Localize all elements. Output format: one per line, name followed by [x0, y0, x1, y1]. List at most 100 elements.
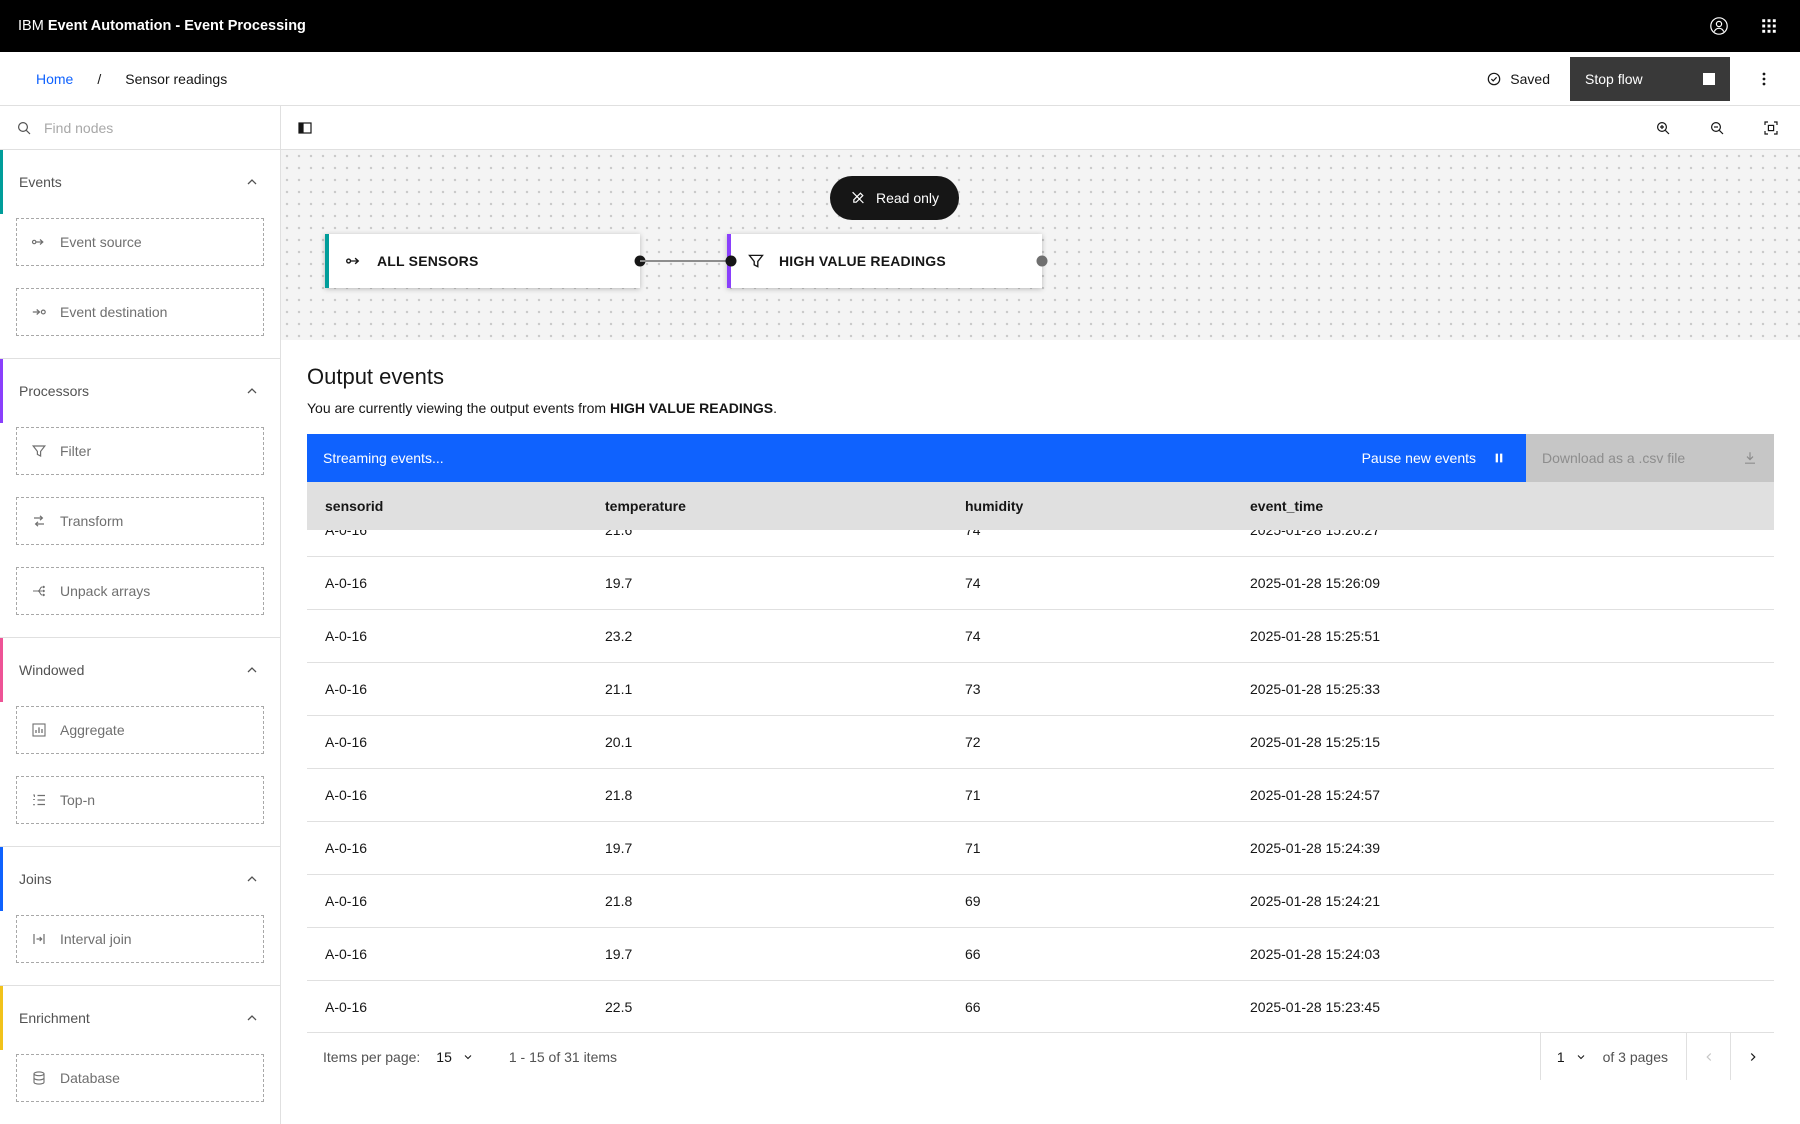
palette-item-interval-join[interactable]: Interval join	[16, 915, 264, 963]
pagination-left: Items per page: 15 1 - 15 of 31 items	[307, 1033, 635, 1080]
chevron-up-icon	[244, 383, 260, 399]
palette-item-filter[interactable]: Filter	[16, 427, 264, 475]
brand-title: Event Automation - Event Processing	[48, 18, 306, 34]
palette-item-top-n[interactable]: Top-n	[16, 776, 264, 824]
flow-canvas[interactable]: Read only ALL SENSORS HIGH VALUE READING…	[281, 150, 1800, 340]
cell-event-time: 2025-01-28 15:25:15	[1232, 734, 1774, 750]
next-page-button[interactable]	[1730, 1033, 1774, 1080]
table-row: A-0-16 19.7 74 2025-01-28 15:26:09	[307, 557, 1774, 610]
cell-sensorid: A-0-16	[307, 734, 587, 750]
section-header-joins[interactable]: Joins	[0, 847, 280, 911]
section-items: Event source Event destination	[0, 214, 280, 336]
event-source-icon	[31, 234, 47, 250]
cell-temperature: 19.7	[587, 840, 947, 856]
chevron-down-icon	[1575, 1051, 1587, 1063]
palette-item-unpack-arrays[interactable]: Unpack arrays	[16, 567, 264, 615]
fit-to-screen-button[interactable]	[1756, 113, 1786, 143]
palette-item-label: Event destination	[60, 304, 167, 320]
user-avatar-button[interactable]	[1694, 0, 1744, 52]
cell-event-time: 2025-01-28 15:26:09	[1232, 575, 1774, 591]
zoom-out-icon	[1709, 120, 1725, 136]
palette-item-event-destination[interactable]: Event destination	[16, 288, 264, 336]
palette-section-processors: Processors Filter Transform	[0, 358, 280, 615]
subtitle-text: You are currently viewing the output eve…	[307, 400, 610, 416]
app-switcher-button[interactable]	[1744, 0, 1794, 52]
pause-icon	[1492, 451, 1506, 465]
collapse-palette-button[interactable]	[287, 110, 323, 146]
previous-page-button[interactable]	[1686, 1033, 1730, 1080]
cell-temperature: 20.1	[587, 734, 947, 750]
palette-item-database[interactable]: Database	[16, 1054, 264, 1102]
section-label: Events	[19, 174, 62, 190]
section-header-processors[interactable]: Processors	[0, 359, 280, 423]
chevron-up-icon	[244, 871, 260, 887]
brand-prefix: IBM	[18, 18, 48, 34]
palette-item-label: Unpack arrays	[60, 583, 150, 599]
cell-sensorid: A-0-16	[307, 628, 587, 644]
breadcrumb-home-link[interactable]: Home	[36, 71, 73, 87]
section-header-windowed[interactable]: Windowed	[0, 638, 280, 702]
palette-item-aggregate[interactable]: Aggregate	[16, 706, 264, 754]
read-only-badge: Read only	[830, 176, 959, 220]
zoom-out-button[interactable]	[1702, 113, 1732, 143]
cell-humidity: 66	[947, 946, 1232, 962]
node-high-value-readings[interactable]: HIGH VALUE READINGS	[727, 234, 1042, 288]
flow-actions: Saved Stop flow	[1486, 57, 1784, 101]
cell-temperature: 21.8	[587, 787, 947, 803]
page-number-select[interactable]: 1	[1541, 1033, 1603, 1080]
read-only-label: Read only	[876, 190, 939, 206]
palette-section-joins: Joins Interval join	[0, 846, 280, 963]
palette-item-label: Interval join	[60, 931, 132, 947]
cell-sensorid: A-0-16	[307, 999, 587, 1015]
palette-item-event-source[interactable]: Event source	[16, 218, 264, 266]
app-title: IBM Event Automation - Event Processing	[18, 18, 306, 34]
section-header-enrichment[interactable]: Enrichment	[0, 986, 280, 1050]
edit-off-icon	[850, 190, 866, 206]
node-all-sensors[interactable]: ALL SENSORS	[325, 234, 640, 288]
interval-join-icon	[31, 931, 47, 947]
download-csv-button[interactable]: Download as a .csv file	[1526, 434, 1774, 482]
zoom-in-button[interactable]	[1648, 113, 1678, 143]
pause-new-events-button[interactable]: Pause new events	[1358, 450, 1510, 466]
cell-humidity: 72	[947, 734, 1232, 750]
caret-left-icon	[1702, 1050, 1716, 1064]
palette-sections: Events Event source Event destination	[0, 150, 280, 1124]
node-search	[0, 106, 280, 150]
main-area: Events Event source Event destination	[0, 106, 1800, 1124]
node-palette: Events Event source Event destination	[0, 106, 281, 1124]
cell-sensorid: A-0-16	[307, 787, 587, 803]
find-nodes-input[interactable]	[44, 120, 264, 136]
unpack-arrays-icon	[31, 583, 47, 599]
cell-sensorid: A-0-16	[307, 946, 587, 962]
workspace: Read only ALL SENSORS HIGH VALUE READING…	[281, 106, 1800, 1124]
palette-item-label: Transform	[60, 513, 123, 529]
table-row: A-0-16 22.5 66 2025-01-28 15:23:45	[307, 981, 1774, 1033]
app-root: IBM Event Automation - Event Processing …	[0, 0, 1800, 1124]
items-per-page-select[interactable]: 15	[420, 1033, 490, 1080]
cell-sensorid: A-0-16	[307, 893, 587, 909]
flow-toolbar: Home / Sensor readings Saved Stop flow	[0, 52, 1800, 106]
palette-item-label: Top-n	[60, 792, 95, 808]
stream-controls: Streaming events... Pause new events Dow…	[307, 434, 1774, 482]
cell-temperature: 19.7	[587, 946, 947, 962]
download-csv-label: Download as a .csv file	[1542, 450, 1685, 466]
cell-humidity: 74	[947, 575, 1232, 591]
section-label: Enrichment	[19, 1010, 90, 1026]
overflow-menu-button[interactable]	[1744, 57, 1784, 101]
stop-icon	[1703, 73, 1715, 85]
saved-icon	[1486, 71, 1502, 87]
cell-humidity: 71	[947, 840, 1232, 856]
column-header-temperature: temperature	[587, 498, 947, 514]
input-port	[726, 256, 737, 267]
search-icon	[16, 120, 32, 136]
section-header-events[interactable]: Events	[0, 150, 280, 214]
stop-flow-button[interactable]: Stop flow	[1570, 57, 1730, 101]
palette-item-transform[interactable]: Transform	[16, 497, 264, 545]
cell-temperature: 22.5	[587, 999, 947, 1015]
cell-sensorid: A-0-16	[307, 530, 587, 538]
cell-temperature: 21.1	[587, 681, 947, 697]
section-label: Joins	[19, 871, 52, 887]
canvas-toolbar	[281, 106, 1800, 150]
cell-humidity: 74	[947, 628, 1232, 644]
events-table-scroll-area[interactable]: A-0-16 21.6 74 2025-01-28 15:26:27 A-0-1…	[307, 530, 1774, 1033]
